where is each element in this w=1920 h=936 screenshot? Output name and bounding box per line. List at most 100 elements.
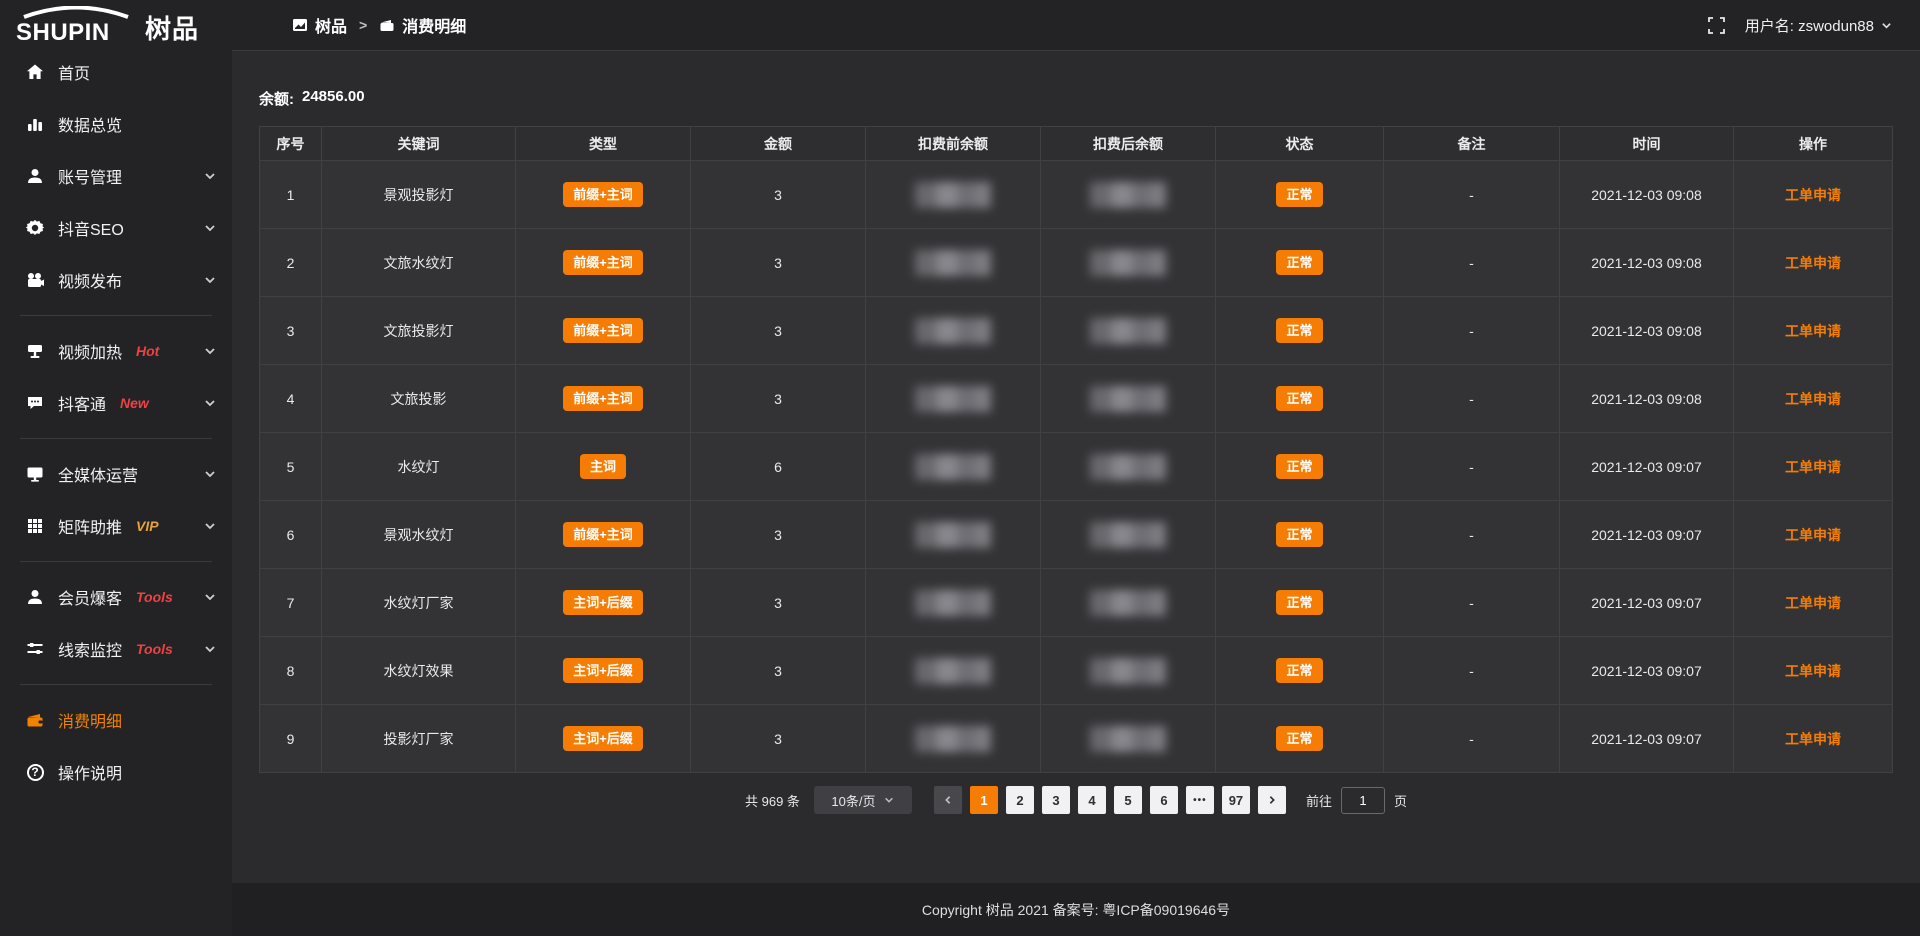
vip-tag: VIP: [136, 518, 159, 534]
tools-tag: Tools: [136, 589, 173, 605]
breadcrumb-current[interactable]: 消费明细: [379, 13, 466, 37]
content: 余额: 24856.00 序号 关键词 类型 金额 扣费前余额 扣费后余额: [232, 51, 1920, 883]
masked-value: [915, 386, 991, 412]
cell-amount: 3: [691, 161, 866, 229]
gear-icon: [25, 218, 45, 238]
chevron-down-icon: [204, 520, 216, 532]
status-badge: 正常: [1276, 658, 1322, 683]
sidebar-item-account-mgmt[interactable]: 账号管理: [0, 150, 232, 202]
masked-value: [1090, 386, 1166, 412]
page-button-2[interactable]: 2: [1006, 786, 1034, 814]
spend-icon: [379, 17, 395, 33]
work-order-link[interactable]: 工单申请: [1785, 459, 1841, 475]
cell-index: 5: [260, 433, 322, 501]
balance-value: 24856.00: [302, 88, 365, 109]
page-button-4[interactable]: 4: [1078, 786, 1106, 814]
cell-status: 正常: [1216, 365, 1384, 433]
cell-type: 主词+后缀: [516, 569, 691, 637]
sidebar-item-instructions[interactable]: ? 操作说明: [0, 746, 232, 798]
masked-value: [1090, 454, 1166, 480]
fullscreen-icon[interactable]: [1708, 17, 1725, 34]
sidebar-item-all-media[interactable]: 全媒体运营: [0, 448, 232, 500]
user-dropdown[interactable]: 用户名: zswodun88: [1745, 15, 1892, 36]
work-order-link[interactable]: 工单申请: [1785, 391, 1841, 407]
cell-balance-before: [866, 433, 1041, 501]
work-order-link[interactable]: 工单申请: [1785, 663, 1841, 679]
next-page-button[interactable]: [1258, 786, 1286, 814]
page-button-1[interactable]: 1: [970, 786, 998, 814]
table-body: 1 景观投影灯 前缀+主词 3 正常 - 2021-12-03 09:08 工单…: [260, 161, 1893, 773]
cell-balance-after: [1041, 365, 1216, 433]
status-badge: 正常: [1276, 318, 1322, 343]
work-order-link[interactable]: 工单申请: [1785, 731, 1841, 747]
cell-action: 工单申请: [1734, 297, 1893, 365]
sidebar-divider: [20, 315, 212, 316]
footer: Copyright 树品 2021 备案号: 粤ICP备09019646号: [232, 883, 1920, 936]
breadcrumb-home[interactable]: 树品: [292, 13, 347, 37]
sidebar-item-label: 操作说明: [58, 760, 122, 784]
sidebar-item-label: 消费明细: [58, 708, 122, 732]
sidebar-divider: [20, 561, 212, 562]
page-size-select[interactable]: 10条/页: [814, 786, 912, 814]
cell-index: 6: [260, 501, 322, 569]
cell-balance-after: [1041, 705, 1216, 773]
cell-status: 正常: [1216, 705, 1384, 773]
sidebar-item-spend-detail[interactable]: 消费明细: [0, 694, 232, 746]
cell-type: 主词: [516, 433, 691, 501]
work-order-link[interactable]: 工单申请: [1785, 595, 1841, 611]
cell-status: 正常: [1216, 297, 1384, 365]
page-ellipsis[interactable]: •••: [1186, 786, 1214, 814]
page-button-97[interactable]: 97: [1222, 786, 1250, 814]
sidebar-item-matrix-boost[interactable]: 矩阵助推 VIP: [0, 500, 232, 552]
masked-value: [1090, 658, 1166, 684]
cell-time: 2021-12-03 09:07: [1560, 705, 1734, 773]
prev-page-button[interactable]: [934, 786, 962, 814]
cell-action: 工单申请: [1734, 365, 1893, 433]
page-size-value: 10条/页: [831, 791, 875, 810]
sidebar-item-data-overview[interactable]: 数据总览: [0, 98, 232, 150]
cell-balance-after: [1041, 637, 1216, 705]
jump-suffix: 页: [1394, 791, 1407, 810]
chevron-down-icon: [204, 591, 216, 603]
page-button-5[interactable]: 5: [1114, 786, 1142, 814]
masked-value: [915, 658, 991, 684]
cell-remark: -: [1384, 161, 1560, 229]
breadcrumb: 树品 > 消费明细: [292, 13, 466, 37]
table-row: 9 投影灯厂家 主词+后缀 3 正常 - 2021-12-03 09:07 工单…: [260, 705, 1893, 773]
cell-type: 前缀+主词: [516, 229, 691, 297]
sidebar-item-douketong[interactable]: 抖客通 New: [0, 377, 232, 429]
cell-time: 2021-12-03 09:07: [1560, 637, 1734, 705]
sidebar-item-label: 抖客通: [58, 391, 106, 415]
cell-time: 2021-12-03 09:08: [1560, 297, 1734, 365]
cell-index: 2: [260, 229, 322, 297]
new-tag: New: [120, 395, 149, 411]
jump-page-input[interactable]: [1341, 787, 1385, 814]
sidebar-item-member-burst[interactable]: 会员爆客 Tools: [0, 571, 232, 623]
cell-amount: 3: [691, 229, 866, 297]
svg-text:SHUPIN: SHUPIN: [16, 19, 110, 44]
sidebar-item-home[interactable]: 首页: [0, 46, 232, 98]
sidebar-item-video-publish[interactable]: 视频发布: [0, 254, 232, 306]
sidebar-item-lead-monitor[interactable]: 线索监控 Tools: [0, 623, 232, 675]
sidebar-item-douyin-seo[interactable]: 抖音SEO: [0, 202, 232, 254]
page-button-3[interactable]: 3: [1042, 786, 1070, 814]
sidebar-item-video-heat[interactable]: 视频加热 Hot: [0, 325, 232, 377]
work-order-link[interactable]: 工单申请: [1785, 187, 1841, 203]
cell-keyword: 水纹灯效果: [322, 637, 516, 705]
masked-value: [915, 726, 991, 752]
work-order-link[interactable]: 工单申请: [1785, 255, 1841, 271]
table-row: 2 文旅水纹灯 前缀+主词 3 正常 - 2021-12-03 09:08 工单…: [260, 229, 1893, 297]
work-order-link[interactable]: 工单申请: [1785, 323, 1841, 339]
chevron-left-icon: [943, 795, 953, 805]
page-button-6[interactable]: 6: [1150, 786, 1178, 814]
cell-index: 3: [260, 297, 322, 365]
masked-value: [915, 250, 991, 276]
cell-amount: 3: [691, 501, 866, 569]
status-badge: 正常: [1276, 250, 1322, 275]
cell-amount: 3: [691, 705, 866, 773]
balance: 余额: 24856.00: [259, 88, 1893, 109]
question-icon: ?: [25, 762, 45, 782]
work-order-link[interactable]: 工单申请: [1785, 527, 1841, 543]
cell-keyword: 投影灯厂家: [322, 705, 516, 773]
pagination-total: 共 969 条: [745, 791, 800, 810]
